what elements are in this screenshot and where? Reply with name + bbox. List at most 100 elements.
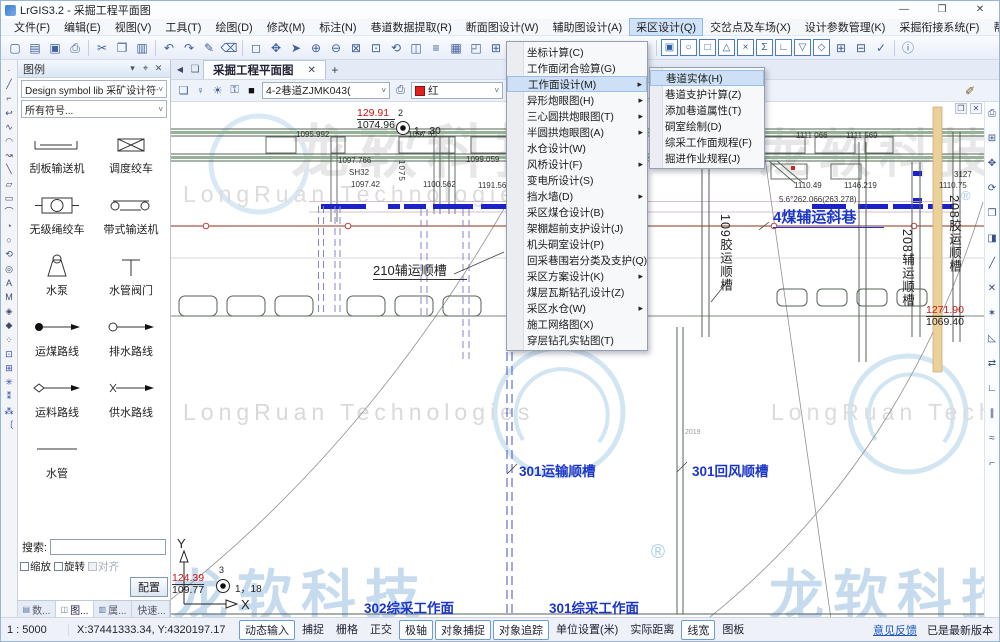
toggle-lineweight[interactable]: 线宽 <box>681 620 715 640</box>
menu-annotate[interactable]: 标注(N) <box>312 18 363 36</box>
label-tunnel-301-transport[interactable]: 301运输顺槽 <box>519 460 596 480</box>
attribute-icon[interactable]: ⁂ <box>5 404 14 418</box>
menu-aux-design[interactable]: 辅助图设计(A) <box>546 18 630 36</box>
feedback-link[interactable]: 意见反馈 <box>873 622 917 638</box>
minimize-button[interactable]: — <box>885 1 923 19</box>
dd-gas-drill-design[interactable]: 煤层瓦斯钻孔设计(Z) <box>507 284 647 300</box>
eraser-icon[interactable]: ⌫ <box>219 39 239 57</box>
copy2-icon[interactable]: ❐ <box>988 208 997 233</box>
label-benchmark3[interactable]: 1，18 <box>235 580 262 595</box>
menu-mining-area-design[interactable]: 采区设计(Q) <box>629 18 703 36</box>
menu-tools[interactable]: 工具(T) <box>158 18 208 36</box>
tab-nav-left-icon[interactable]: ◀ <box>173 61 187 79</box>
config-button[interactable]: 配置 <box>130 577 168 597</box>
label-num-2019[interactable]: 2019 <box>685 429 701 436</box>
menu-modify[interactable]: 修改(M) <box>260 18 313 36</box>
panel-tab-legend[interactable]: ◫图... <box>56 601 94 617</box>
label-num-1097b[interactable]: 1097.42 <box>351 180 380 189</box>
search-input[interactable] <box>50 539 166 555</box>
tab-add-icon[interactable]: + <box>326 61 344 79</box>
info-icon[interactable]: ⓘ <box>898 39 918 57</box>
dd-area-sump[interactable]: 采区水仓(W) <box>507 300 647 316</box>
select-icon[interactable]: ➤ <box>286 39 306 57</box>
break-icon[interactable]: ✕ <box>988 283 996 308</box>
line2-icon[interactable]: ╱ <box>989 258 995 283</box>
legend-item-material-route[interactable]: 运料路线 <box>20 372 94 433</box>
color-select[interactable]: 红˅ <box>411 82 503 99</box>
cut-icon[interactable]: ✂ <box>92 39 112 57</box>
zoom-window-icon[interactable]: ◻ <box>246 39 266 57</box>
dd-cross-layer-drill[interactable]: 穿层钻孔实钻图(T) <box>507 332 647 348</box>
toggle-dynamic-input[interactable]: 动态输入 <box>239 620 295 640</box>
label-num-1095[interactable]: 1095.992 <box>296 130 329 139</box>
block-icon[interactable]: ⊡ <box>5 347 13 361</box>
dd-network-diagram[interactable]: 施工网络图(X) <box>507 316 647 332</box>
label-elevation-2[interactable]: 124.39 109.77 <box>172 573 204 596</box>
toggle-polar[interactable]: 极轴 <box>399 620 433 640</box>
dd-head-chamber-design[interactable]: 机头硐室设计(P) <box>507 236 647 252</box>
draw-pie-icon[interactable]: ◔ <box>6 219 11 233</box>
fillet-icon[interactable]: ∟ <box>987 383 997 408</box>
named-view-icon[interactable]: ◰ <box>466 39 486 57</box>
dd-air-bridge-design[interactable]: 风桥设计(F) <box>507 156 647 172</box>
chk-align[interactable]: 对齐 <box>88 559 119 574</box>
menu-section-design[interactable]: 断面图设计(W) <box>459 18 546 36</box>
layer-select[interactable]: 4-2巷道ZJMK043(˅ <box>262 82 390 99</box>
draw-zigzag-icon[interactable]: ↝ <box>5 148 13 162</box>
hatch-icon[interactable]: ◈ <box>6 304 13 318</box>
open-icon[interactable]: ▤ <box>25 39 45 57</box>
legend-item-endless-rope-winch[interactable]: 无级绳绞车 <box>20 189 94 250</box>
close-button[interactable]: ✕ <box>961 1 999 19</box>
mirror-icon[interactable]: ◨ <box>987 233 996 258</box>
sm-mining-face-regulation[interactable]: 综采工作面规程(F) <box>650 134 764 150</box>
dd-sump-design[interactable]: 水仓设计(W) <box>507 140 647 156</box>
symbol-library-select[interactable]: Design symbol lib 采矿设计符号˅ <box>21 80 167 98</box>
mtext-icon[interactable]: M <box>5 290 13 304</box>
sm-tunnel-support-calc[interactable]: 巷道支护计算(Z) <box>650 86 764 102</box>
array2-icon[interactable]: ⊞ <box>988 133 996 158</box>
view-back-icon[interactable]: ⟲ <box>386 39 406 57</box>
snap-quadrant-icon[interactable]: ◇ <box>813 39 830 56</box>
zoom-out-icon[interactable]: ⊖ <box>326 39 346 57</box>
snap-extension-icon[interactable]: Σ <box>756 39 773 56</box>
dd-semi-arc-blast[interactable]: 半圆拱炮眼图(A) <box>507 124 647 140</box>
match2-icon[interactable]: ⌐ <box>989 458 995 483</box>
offset-icon[interactable]: ⇄ <box>988 358 996 383</box>
pan-icon[interactable]: ✥ <box>266 39 286 57</box>
zoom-scale-icon[interactable]: ⊡ <box>366 39 386 57</box>
toggle-board[interactable]: 图板 <box>717 620 749 640</box>
legend-item-drainage-route[interactable]: 排水路线 <box>94 311 168 372</box>
layer-color-icon[interactable]: ■ <box>243 85 260 97</box>
toolbar-icon[interactable] <box>894 40 895 56</box>
toggle-object-track[interactable]: 对象追踪 <box>493 620 549 640</box>
menu-help[interactable]: 帮助(H) <box>986 18 1000 36</box>
save-icon[interactable]: ▣ <box>45 39 65 57</box>
brush-icon[interactable]: ✐ <box>965 84 975 98</box>
label-tunnel-4coal[interactable]: 4煤辅运斜巷 <box>773 206 884 228</box>
draw-polyline-icon[interactable]: ⌐ <box>6 91 11 105</box>
menu-file[interactable]: 文件(F) <box>7 18 57 36</box>
zoom-extents-icon[interactable]: ⊠ <box>346 39 366 57</box>
menu-junction-yard[interactable]: 交岔点及车场(X) <box>703 18 798 36</box>
legend-item-dispatch-winch[interactable]: 调度绞车 <box>94 128 168 189</box>
draw-arc-icon[interactable]: ⌒ <box>4 205 13 219</box>
label-num-1110b[interactable]: 1110.75 <box>939 181 967 190</box>
legend-item-coal-route[interactable]: 运煤路线 <box>20 311 94 372</box>
print-icon[interactable]: ⎙ <box>65 39 85 57</box>
draw-revolve-icon[interactable]: ⟲ <box>5 247 13 261</box>
snap-box-icon[interactable]: ▣ <box>661 39 678 56</box>
label-tunnel-109[interactable]: 109胶运顺槽 <box>716 214 735 292</box>
legend-menu-arrow-icon[interactable]: ▾ <box>126 63 139 74</box>
toggle-object-snap[interactable]: 对象捕捉 <box>435 620 491 640</box>
trim-icon[interactable]: ∥ <box>990 408 995 433</box>
label-face-302[interactable]: 302综采工作面 <box>364 597 454 617</box>
format-painter-icon[interactable]: ✎ <box>199 39 219 57</box>
label-tunnel-208-belt[interactable]: 208胶运顺槽 <box>945 195 964 273</box>
chk-zoom[interactable]: 缩放 <box>20 559 51 574</box>
label-num-1110a[interactable]: 1110.49 <box>794 181 822 190</box>
label-elevation-3[interactable]: 1271.90 1069.40 <box>926 305 964 328</box>
plot-icon[interactable]: ⎙ <box>988 108 996 133</box>
draw-arc3p-icon[interactable]: ◠ <box>5 134 13 148</box>
label-benchmark3-no[interactable]: 3 <box>219 565 224 575</box>
panel-tab-quick[interactable]: 快速... <box>132 601 170 617</box>
